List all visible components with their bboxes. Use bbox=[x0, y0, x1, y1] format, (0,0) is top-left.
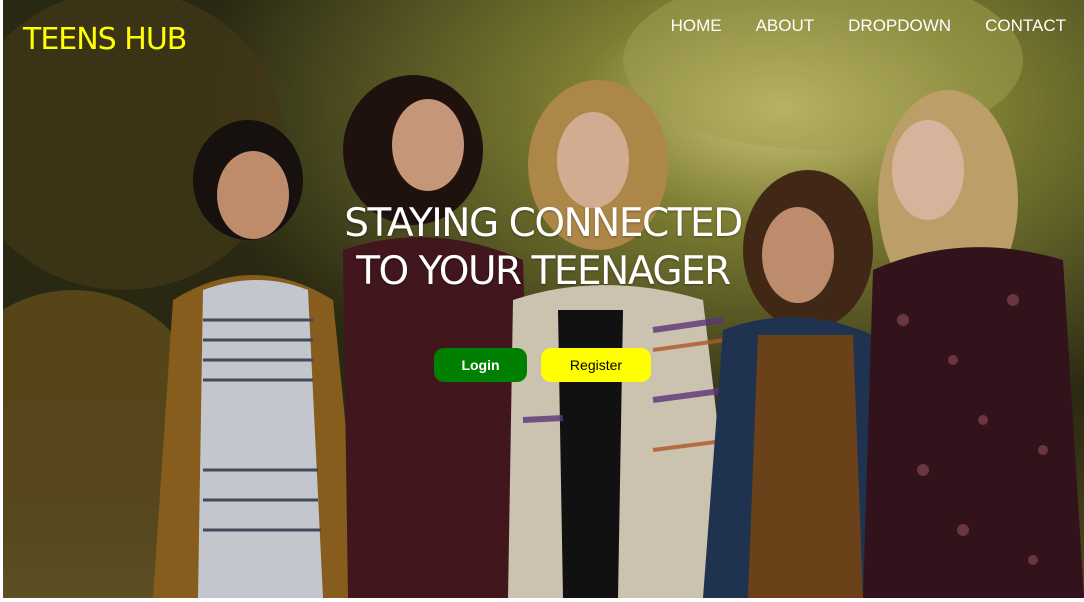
nav-item-contact[interactable]: CONTACT bbox=[985, 16, 1066, 36]
hero-section: TEENS HUB HOME ABOUT DROPDOWN CONTACT ST… bbox=[3, 0, 1084, 598]
top-navigation: HOME ABOUT DROPDOWN CONTACT bbox=[671, 16, 1066, 36]
hero-headline-line2: TO YOUR TEENAGER bbox=[356, 249, 731, 294]
brand-logo[interactable]: TEENS HUB bbox=[23, 22, 187, 57]
hero-background-photo bbox=[3, 0, 1084, 598]
hero-headline: STAYING CONNECTED TO YOUR TEENAGER bbox=[293, 200, 793, 296]
hero-headline-line1: STAYING CONNECTED bbox=[344, 201, 743, 246]
login-button[interactable]: Login bbox=[434, 348, 527, 382]
register-button[interactable]: Register bbox=[541, 348, 651, 382]
nav-item-dropdown[interactable]: DROPDOWN bbox=[848, 16, 951, 36]
nav-item-home[interactable]: HOME bbox=[671, 16, 722, 36]
nav-item-about[interactable]: ABOUT bbox=[756, 16, 815, 36]
